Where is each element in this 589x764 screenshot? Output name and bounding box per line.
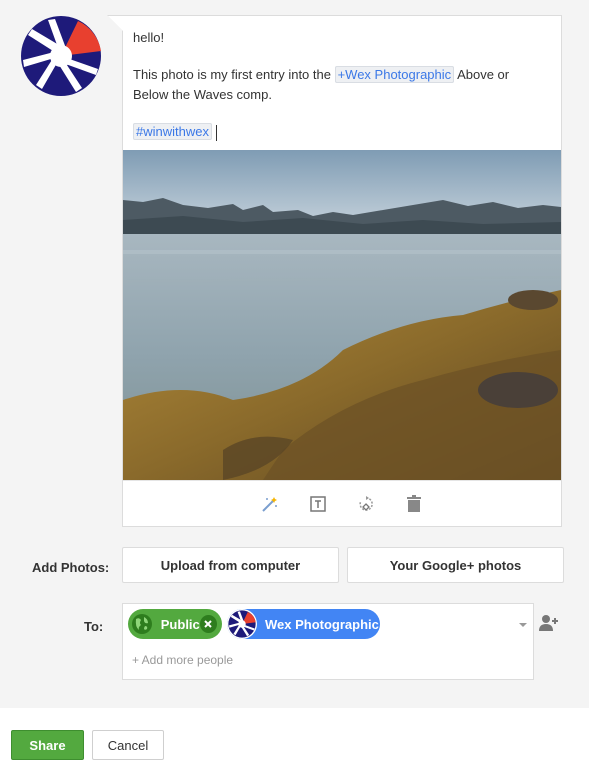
post-text-area[interactable]: hello! This photo is my first entry into… — [133, 28, 553, 159]
post-line-body: This photo is my first entry into the +W… — [133, 65, 553, 85]
post-line-greeting: hello! — [133, 30, 165, 45]
globe-icon — [129, 610, 156, 638]
add-more-people-input[interactable]: + Add more people — [132, 653, 233, 667]
text-caption-icon[interactable] — [308, 494, 328, 514]
post-body-suffix: Above or — [454, 67, 510, 82]
chevron-down-icon[interactable] — [519, 623, 527, 627]
attached-photo[interactable] — [123, 150, 561, 480]
share-button[interactable]: Share — [11, 730, 84, 760]
post-body-prefix: This photo is my first entry into the — [133, 67, 335, 82]
public-chip-label: Public — [160, 616, 200, 632]
cancel-button[interactable]: Cancel — [92, 730, 164, 760]
wex-chip-label: Wex Photographic — [265, 616, 379, 632]
photo-toolbar — [123, 480, 561, 526]
wex-logo-icon — [227, 609, 257, 639]
post-editor[interactable]: hello! This photo is my first entry into… — [122, 15, 562, 527]
public-chip[interactable]: Public — [128, 609, 222, 639]
mention-chip[interactable]: +Wex Photographic — [334, 66, 455, 83]
wex-logo-icon — [21, 16, 101, 96]
lake-photo-image — [123, 150, 561, 480]
add-photos-label: Add Photos: — [32, 560, 110, 575]
recipients-field[interactable]: Public Wex Photographic + Add more peopl… — [122, 603, 534, 680]
rotate-icon[interactable] — [356, 494, 376, 514]
post-line-hashtag: #winwithwex — [133, 122, 553, 142]
text-caret — [215, 124, 217, 141]
auto-enhance-icon[interactable] — [260, 494, 280, 514]
google-photos-button[interactable]: Your Google+ photos — [347, 547, 564, 583]
trash-icon[interactable] — [404, 494, 424, 514]
bubble-notch — [108, 16, 123, 31]
upload-from-computer-button[interactable]: Upload from computer — [122, 547, 339, 583]
post-line-body-2: Below the Waves comp. — [133, 87, 272, 102]
remove-chip-icon[interactable] — [199, 615, 217, 633]
profile-avatar[interactable] — [20, 15, 102, 97]
wex-photographic-chip[interactable]: Wex Photographic — [227, 609, 380, 639]
add-person-icon[interactable] — [539, 614, 559, 632]
to-label: To: — [84, 619, 104, 634]
hashtag-chip[interactable]: #winwithwex — [133, 123, 212, 140]
